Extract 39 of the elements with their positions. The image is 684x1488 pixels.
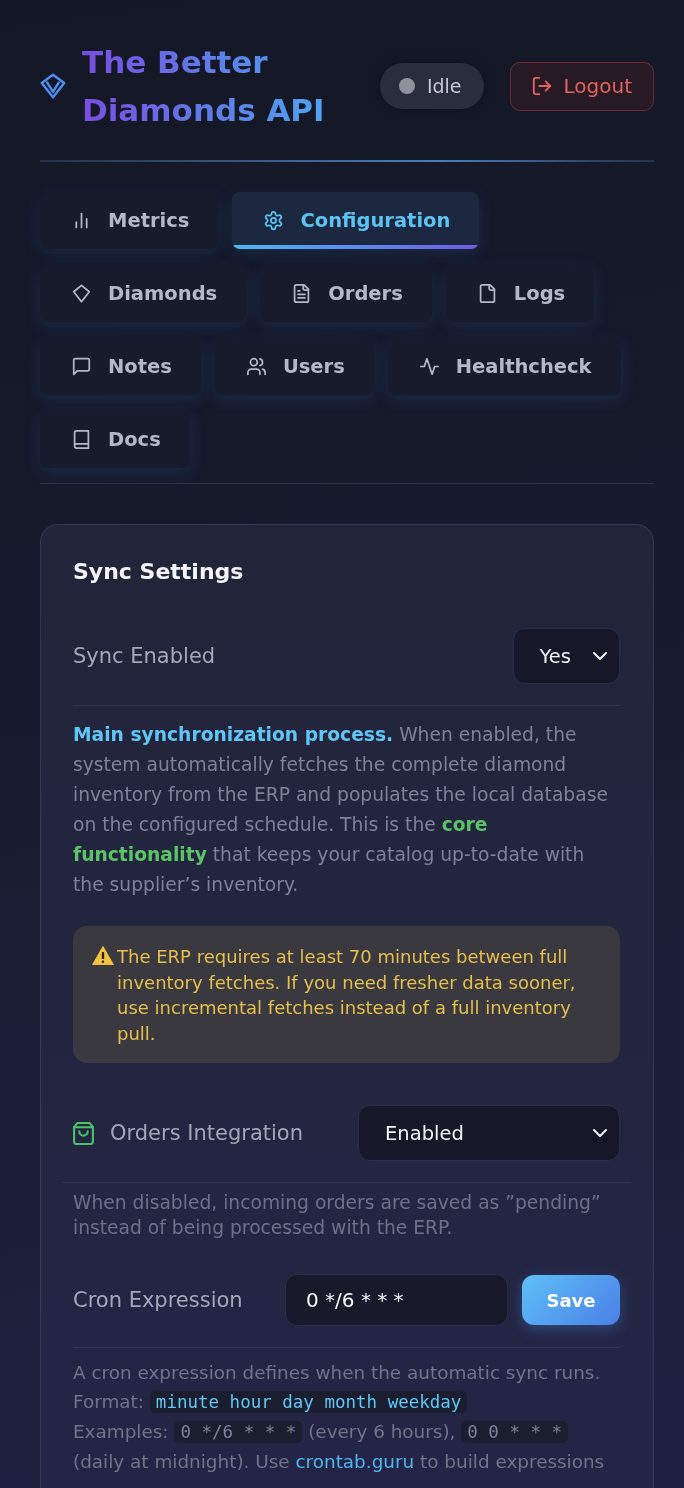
dropdown-select[interactable]: Enabled xyxy=(358,1105,620,1161)
users-icon xyxy=(246,357,266,376)
shopping-bag-icon xyxy=(73,1121,94,1145)
setting-description: Main synchronization process. When enabled, the system automatically fetches the complete diamond inventory from the ERP and populates the local database on the configured schedule. This is the core functionality that keeps your catalog up-to-date with the supplier’s inventory. xyxy=(73,723,609,897)
logout-button[interactable]: Logout xyxy=(509,61,654,111)
nav-tab[interactable]: Users xyxy=(214,338,374,395)
chevron-down-icon xyxy=(593,651,607,661)
status-dot-icon xyxy=(398,78,415,94)
setting-label: Orders Integration xyxy=(110,1121,303,1145)
book-icon xyxy=(72,430,91,449)
gem-icon xyxy=(40,73,66,99)
document-icon xyxy=(292,284,312,303)
pulse-icon xyxy=(419,357,439,376)
logout-icon xyxy=(531,76,552,96)
nav-tab[interactable]: Healthcheck xyxy=(387,338,621,395)
chat-bubble-icon xyxy=(72,357,91,376)
nav-tab[interactable]: Notes xyxy=(40,338,201,395)
cron-help-text: A cron expression defines when the automatic sync runs. Format: minute hour day month weekday Examples: 0 */6 * * * (every 6 hours), 0 0 * * * (daily at midnight). Use crontab.guru to build expressions xyxy=(73,1361,606,1474)
chevron-down-icon xyxy=(593,1128,607,1138)
nav-tab[interactable]: Configuration xyxy=(232,192,480,249)
nav-tab[interactable]: Metrics xyxy=(40,192,219,249)
crontab-link[interactable]: crontab.guru xyxy=(295,1451,415,1472)
nav-tab[interactable]: Docs xyxy=(40,411,190,468)
setting-label: Cron Expression xyxy=(73,1288,243,1312)
cron-input-field[interactable]: 0 */6 * * * xyxy=(285,1274,508,1326)
bar-chart-icon xyxy=(72,211,91,230)
diamond-icon xyxy=(72,284,91,303)
nav-tab[interactable]: Orders xyxy=(260,265,432,322)
nav-tab[interactable]: Logs xyxy=(445,265,595,322)
dropdown-select[interactable]: Yes xyxy=(512,628,620,684)
nav-tab[interactable]: Diamonds xyxy=(40,265,247,322)
warning-icon xyxy=(92,946,114,965)
status-text: Idle xyxy=(426,75,462,97)
settings-icon xyxy=(264,211,284,230)
warning-text: The ERP requires at least 70 minutes between full inventory fetches. If you need fresher data sooner, use incremental fetches instead of a full inventory pull. xyxy=(117,945,577,1046)
file-icon xyxy=(477,284,497,303)
setting-label: Sync Enabled xyxy=(73,644,216,668)
help-text: When disabled, incoming orders are saved as ”pending” instead of being processed with the ERP. xyxy=(73,1191,602,1240)
section-title: Sync Settings xyxy=(73,558,245,586)
